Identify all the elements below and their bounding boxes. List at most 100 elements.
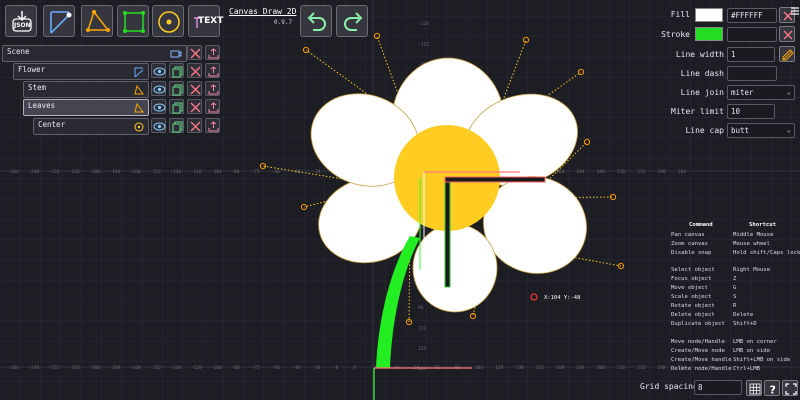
- x-axis-tick: -24: [313, 365, 321, 371]
- export-layer-button[interactable]: [205, 45, 220, 60]
- app-title: Canvas Draw 2D: [229, 7, 297, 16]
- layer-row-flower[interactable]: Flower: [13, 63, 149, 80]
- menu-icon[interactable]: [790, 2, 800, 15]
- app-window: -264 -264 -248 -248 -232 -232 -216 -216 -200 -200…: [0, 0, 800, 400]
- polygon-layer-icon: [134, 102, 144, 113]
- x-axis-tick: -184: [110, 169, 121, 175]
- help-button[interactable]: ?: [764, 380, 780, 397]
- x-axis-tick: -104: [211, 169, 222, 175]
- x-axis-tick: -264: [8, 365, 19, 371]
- text-tool-button[interactable]: TEXT: [188, 5, 223, 37]
- duplicate-icon: [172, 121, 183, 133]
- x-axis-tick: -24: [313, 169, 321, 175]
- x-axis-tick: 184: [576, 365, 584, 371]
- delete-layer-button[interactable]: [187, 45, 202, 60]
- x-axis-tick: 216: [617, 169, 625, 175]
- petal-bottom[interactable]: [412, 223, 498, 313]
- x-axis-tick: 104: [475, 365, 483, 371]
- duplicate-layer-button[interactable]: [169, 81, 184, 96]
- close-icon: [190, 102, 201, 113]
- polygon-tool-button[interactable]: [81, 5, 113, 37]
- layer-row-center[interactable]: Center: [33, 118, 149, 135]
- rectangle-tool-button[interactable]: [117, 5, 149, 37]
- redo-button[interactable]: [336, 5, 368, 37]
- help-shortcut: Z: [733, 276, 737, 282]
- fullscreen-icon: [785, 383, 797, 395]
- layer-row-leaves[interactable]: Leaves: [23, 99, 149, 116]
- layer-row-scene[interactable]: Scene: [2, 45, 187, 62]
- line-join-value: miter: [731, 88, 754, 97]
- path-layer-icon: [134, 67, 144, 78]
- eye-icon: [153, 85, 166, 94]
- visibility-toggle-button[interactable]: [151, 118, 166, 133]
- delete-layer-button[interactable]: [187, 81, 202, 96]
- help-shortcut: Right Mouse: [733, 267, 771, 273]
- fill-color-swatch[interactable]: [695, 8, 723, 22]
- visibility-toggle-button[interactable]: [151, 99, 166, 114]
- export-layer-button[interactable]: [205, 118, 220, 133]
- question-icon: ?: [770, 384, 776, 397]
- help-shortcut: Mouse wheel: [733, 241, 771, 247]
- x-axis-tick: -88: [231, 365, 239, 371]
- circle-layer-icon: [134, 122, 144, 132]
- duplicate-layer-button[interactable]: [169, 63, 184, 78]
- x-axis-tick: -200: [89, 365, 100, 371]
- y-axis-tick: 128: [418, 346, 426, 352]
- layer-label: Scene: [7, 47, 30, 56]
- x-axis-tick: -8: [333, 365, 339, 371]
- export-icon: [208, 66, 219, 77]
- line-join-select[interactable]: miter ⌄: [727, 85, 795, 100]
- line-join-label: Line join: [680, 88, 724, 97]
- x-axis-tick: -152: [150, 169, 161, 175]
- x-axis-tick: 264: [678, 169, 686, 175]
- delete-layer-button[interactable]: [187, 63, 202, 78]
- line-cap-select[interactable]: butt ⌄: [727, 123, 795, 138]
- fullscreen-button[interactable]: [782, 380, 798, 396]
- export-layer-button[interactable]: [205, 63, 220, 78]
- line-width-tool-button[interactable]: [779, 46, 795, 62]
- x-axis-tick: 248: [658, 365, 666, 371]
- miter-limit-input[interactable]: 10: [727, 104, 775, 119]
- close-icon: [190, 48, 201, 59]
- help-command: Zoom canvas: [671, 241, 709, 247]
- visibility-toggle-button[interactable]: [151, 81, 166, 96]
- path-tool-button[interactable]: [43, 5, 75, 37]
- x-axis-tick: -248: [28, 169, 39, 175]
- undo-button[interactable]: [300, 5, 332, 37]
- help-shortcut: Delete: [733, 312, 754, 318]
- chevron-down-icon: ⌄: [786, 126, 791, 134]
- stroke-clear-button[interactable]: [779, 26, 795, 42]
- toggle-grid-button[interactable]: [746, 380, 762, 396]
- fill-hex-input[interactable]: #FFFFFF: [727, 8, 777, 23]
- x-axis-tick: -168: [130, 169, 141, 175]
- stroke-color-swatch[interactable]: [695, 27, 723, 41]
- cursor-readout: X:104 Y:-48: [544, 295, 580, 301]
- x-axis-tick: -120: [191, 365, 202, 371]
- grid-spacing-input[interactable]: 8: [694, 380, 742, 395]
- duplicate-icon: [172, 66, 183, 78]
- duplicate-layer-button[interactable]: [169, 99, 184, 114]
- delete-layer-button[interactable]: [187, 99, 202, 114]
- flower-drawing[interactable]: [259, 32, 625, 400]
- help-shortcut: Middle Mouse: [733, 232, 774, 238]
- json-import-button[interactable]: JSON: [5, 5, 37, 37]
- export-layer-button[interactable]: [205, 81, 220, 96]
- delete-layer-button[interactable]: [187, 118, 202, 133]
- x-axis-tick: 120: [495, 365, 503, 371]
- line-dash-input[interactable]: [727, 66, 777, 81]
- x-axis-tick: -120: [191, 169, 202, 175]
- help-command: Create/Move handle: [671, 357, 732, 363]
- duplicate-icon: [172, 84, 183, 96]
- grid-spacing-label: Grid spacing: [640, 382, 698, 391]
- layer-row-stem[interactable]: Stem: [23, 81, 149, 98]
- stroke-hex-input[interactable]: [727, 27, 777, 42]
- line-width-input[interactable]: 1: [727, 47, 775, 62]
- grid-icon: [749, 383, 761, 395]
- help-shortcut: R: [733, 303, 737, 309]
- duplicate-icon: [172, 102, 183, 114]
- visibility-toggle-button[interactable]: [151, 63, 166, 78]
- x-axis-tick: 232: [637, 169, 645, 175]
- duplicate-layer-button[interactable]: [169, 118, 184, 133]
- export-layer-button[interactable]: [205, 99, 220, 114]
- circle-tool-button[interactable]: [152, 5, 184, 37]
